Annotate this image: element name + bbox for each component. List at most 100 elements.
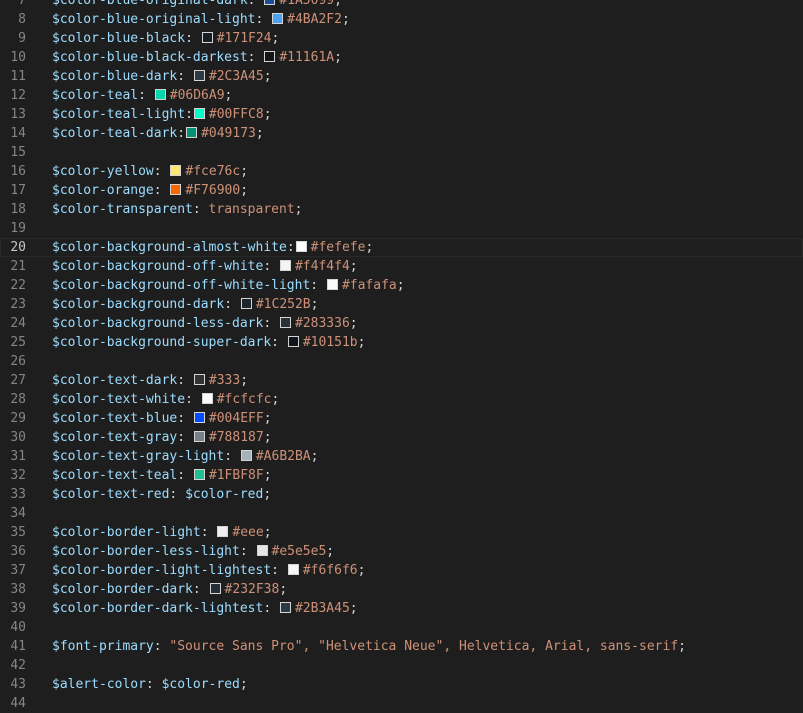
code-line[interactable]: 33 $color-text-red: $color-red; [0,485,803,504]
variable-value: #eee [232,525,264,540]
code-line[interactable]: 7 $color-blue-original-dark: #1A5099; [0,0,803,10]
code-line[interactable]: 13 $color-teal-light: #00FFC8; [0,105,803,124]
code-line[interactable]: 29 $color-text-blue: #004EFF; [0,409,803,428]
color-swatch[interactable] [326,279,338,290]
semicolon: ; [357,335,366,350]
color-swatch[interactable] [240,450,252,461]
line-number: 11 [10,69,26,84]
color-swatch[interactable] [186,127,198,138]
line-number: 18 [10,202,26,217]
code-content: $color-text-dark: #333; [52,371,248,390]
color-swatch[interactable] [193,469,205,480]
color-swatch[interactable] [209,583,221,594]
code-line[interactable]: 15 [0,143,803,162]
color-swatch[interactable] [193,412,205,423]
colon-separator: : [200,525,217,540]
code-line[interactable]: 12 $color-teal: #06D6A9; [0,86,803,105]
color-swatch[interactable] [295,241,307,252]
code-line[interactable]: 23 $color-background-dark: #1C252B; [0,295,803,314]
color-swatch[interactable] [193,431,205,442]
code-line[interactable]: 22 $color-background-off-white-light: #fa… [0,276,803,295]
code-line[interactable]: 8 $color-blue-original-light: #4BA2F2; [0,10,803,29]
code-line[interactable]: 36 $color-border-less-light: #e5e5e5; [0,542,803,561]
color-swatch[interactable] [287,564,299,575]
code-line[interactable]: 27 $color-text-dark: #333; [0,371,803,390]
color-swatch[interactable] [193,374,205,385]
code-line[interactable]: 32 $color-text-teal: #1FBF8F; [0,466,803,485]
code-line[interactable]: 19 [0,219,803,238]
code-line[interactable]: 10 $color-blue-black-darkest: #11161A; [0,48,803,67]
code-editor[interactable]: 7 $color-blue-original-dark: #1A5099; 8 $co… [0,0,803,713]
code-line[interactable]: 31 $color-text-gray-light: #A6B2BA; [0,447,803,466]
line-number: 8 [18,12,26,27]
colon-separator: : [239,544,256,559]
colon-separator: : [177,430,193,445]
line-number: 32 [10,468,26,483]
line-number: 7 [18,0,26,8]
variable-name: $color-teal-light [52,107,186,122]
semicolon: ; [349,601,358,616]
code-line[interactable]: 42 [0,656,803,675]
code-content: $color-teal-light: #00FFC8; [52,105,272,124]
color-swatch[interactable] [193,70,205,81]
color-swatch[interactable] [264,0,276,5]
line-number: 41 [10,639,26,654]
semicolon: ; [294,202,303,217]
color-swatch[interactable] [217,526,229,537]
code-line[interactable]: 16 $color-yellow: #fce76c; [0,162,803,181]
code-content: $color-blue-original-light: #4BA2F2; [52,10,350,29]
code-content: $color-border-light: #eee; [52,523,272,542]
line-number: 27 [10,373,26,388]
code-line[interactable]: 41 $font-primary: "Source Sans Pro", "Hel… [0,637,803,656]
colon-separator: : [263,316,279,331]
variable-value: #232F38 [224,582,280,597]
code-line[interactable]: 11 $color-blue-dark: #2C3A45; [0,67,803,86]
code-line[interactable]: 18 $color-transparent: transparent; [0,200,803,219]
code-line[interactable]: 24 $color-background-less-dark: #283336; [0,314,803,333]
color-swatch[interactable] [279,260,291,271]
code-line[interactable]: 21 $color-background-off-white: #f4f4f4; [0,257,803,276]
code-line[interactable]: 14 $color-teal-dark: #049173; [0,124,803,143]
variable-value: #2C3A45 [208,69,264,84]
code-line[interactable]: 37 $color-border-light-lightest: #f6f6f6; [0,561,803,580]
colon-separator: : [271,335,287,350]
code-line[interactable]: 30 $color-text-gray: #788187; [0,428,803,447]
variable-value: transparent [208,202,295,217]
color-swatch[interactable] [201,393,213,404]
variable-name: $color-text-blue [52,411,178,426]
variable-value: #333 [208,373,241,388]
color-swatch[interactable] [170,165,182,176]
color-swatch[interactable] [287,336,299,347]
code-line[interactable]: 44 [0,694,803,713]
semicolon: ; [396,278,405,293]
line-number: 21 [10,259,26,274]
color-swatch[interactable] [154,89,166,100]
code-line[interactable]: 35 $color-border-light: #eee; [0,523,803,542]
code-line[interactable]: 17 $color-orange: #F76900; [0,181,803,200]
code-line[interactable]: 43 $alert-color: $color-red; [0,675,803,694]
code-content: $color-text-gray-light: #A6B2BA; [52,447,318,466]
code-line[interactable]: 40 [0,618,803,637]
variable-value: #fefefe [310,240,366,255]
semicolon: ; [263,430,272,445]
color-swatch[interactable] [279,317,291,328]
variable-name: $color-blue-black-darkest [52,50,248,65]
code-line[interactable]: 9 $color-blue-black: #171F24; [0,29,803,48]
color-swatch[interactable] [240,298,252,309]
code-line[interactable]: 26 [0,352,803,371]
color-swatch[interactable] [272,13,284,24]
variable-reference: $color-red [161,677,240,692]
semicolon: ; [239,677,248,692]
code-line[interactable]: 38 $color-border-dark: #232F38; [0,580,803,599]
color-swatch[interactable] [201,32,213,43]
color-swatch[interactable] [264,51,276,62]
color-swatch[interactable] [279,602,291,613]
code-line[interactable]: 39 $color-border-dark-lightest: #2B3A45; [0,599,803,618]
code-line[interactable]: 25 $color-background-super-dark: #10151b; [0,333,803,352]
color-swatch[interactable] [256,545,268,556]
code-line[interactable]: 34 [0,504,803,523]
color-swatch[interactable] [193,108,205,119]
code-line[interactable]: 28 $color-text-white: #fcfcfc; [0,390,803,409]
code-line[interactable]: 20 $color-background-almost-white: #fefefe… [0,238,803,257]
color-swatch[interactable] [170,184,182,195]
